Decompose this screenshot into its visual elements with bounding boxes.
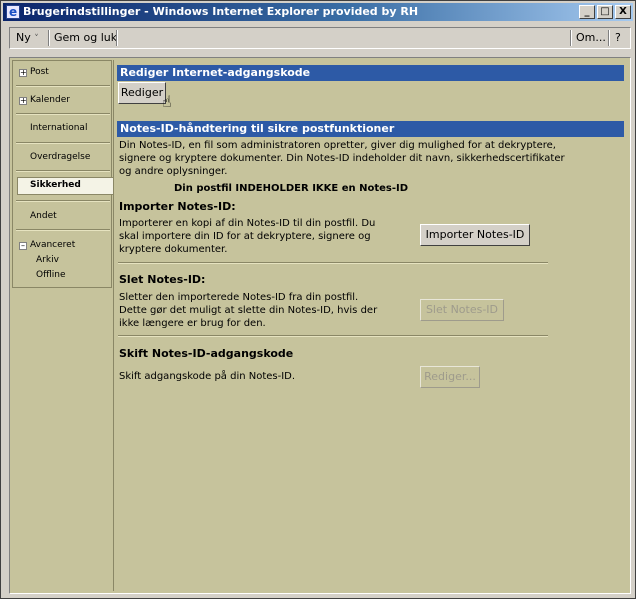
nav-divider (16, 170, 110, 172)
notes-id-status: Din postfil INDEHOLDER IKKE en Notes-ID (174, 183, 409, 194)
nav-item-post[interactable]: + Post (16, 67, 110, 81)
delete-description-line: ikke længere er brug for den. (119, 318, 266, 329)
save-close-button[interactable]: Gem og luk (50, 30, 121, 46)
nav-divider (16, 142, 110, 144)
window-title: Brugerindstillinger - Windows Internet E… (23, 5, 419, 18)
nav-item-label: Sikkerhed (30, 180, 81, 190)
expand-icon[interactable]: + (19, 69, 27, 77)
nav-item-international[interactable]: International (16, 123, 110, 137)
notes-intro-line: og andre oplysninger. (119, 166, 228, 177)
content-area: + Post + Kalender International Overdrag… (9, 57, 631, 594)
section-header-password: Rediger Internet-adgangskode (117, 65, 624, 81)
section-header-notes-id: Notes-ID-håndtering til sikre postfunkti… (117, 121, 624, 137)
nav-item-label: Overdragelse (30, 152, 91, 162)
change-notes-password-button[interactable]: Rediger... (420, 366, 480, 388)
notes-intro-line: signere og kryptere dokumenter. Din Note… (119, 153, 565, 164)
nav-item-andet[interactable]: Andet (16, 211, 110, 225)
nav-subitem-offline[interactable]: Offline (16, 270, 110, 283)
settings-nav: + Post + Kalender International Overdrag… (12, 60, 115, 288)
nav-item-label: Avanceret (30, 240, 76, 250)
close-button[interactable]: X (615, 5, 631, 19)
toolbar-divider (116, 30, 118, 46)
nav-subitem-arkiv[interactable]: Arkiv (16, 255, 110, 268)
delete-title: Slet Notes-ID: (119, 273, 206, 286)
delete-notes-id-button[interactable]: Slet Notes-ID (420, 299, 504, 321)
settings-panel: Rediger Internet-adgangskode Rediger ☝ N… (113, 60, 627, 591)
nav-divider (16, 113, 110, 115)
nav-item-overdragelse[interactable]: Overdragelse (16, 152, 110, 166)
section-divider (118, 335, 548, 337)
ie-icon (6, 3, 20, 21)
about-button[interactable]: Om... (572, 30, 610, 46)
collapse-icon[interactable]: – (19, 242, 27, 250)
browser-window: Brugerindstillinger - Windows Internet E… (0, 0, 636, 599)
nav-item-avanceret[interactable]: – Avanceret (16, 240, 110, 254)
toolbar-divider (608, 30, 610, 46)
help-button[interactable]: ? (611, 30, 625, 46)
import-notes-id-button[interactable]: Importer Notes-ID (420, 224, 530, 246)
minimize-button[interactable]: _ (579, 5, 595, 19)
expand-icon[interactable]: + (19, 97, 27, 105)
new-button-label: Ny (16, 31, 31, 44)
title-bar[interactable]: Brugerindstillinger - Windows Internet E… (3, 3, 633, 21)
nav-subitem-label: Offline (36, 270, 66, 280)
nav-divider (16, 229, 110, 231)
nav-item-label: Post (30, 67, 49, 77)
delete-description-line: Sletter den importerede Notes-ID fra din… (119, 292, 359, 303)
maximize-button[interactable]: □ (597, 5, 613, 19)
nav-subitem-label: Arkiv (36, 255, 59, 265)
delete-description-line: Dette gør det muligt at slette din Notes… (119, 305, 378, 316)
import-description-line: skal importere din ID for at dekryptere,… (119, 231, 371, 242)
chevron-down-icon: ˅ (34, 34, 39, 44)
change-password-title: Skift Notes-ID-adgangskode (119, 347, 294, 360)
nav-divider (16, 200, 110, 202)
edit-password-button[interactable]: Rediger (118, 82, 166, 104)
import-title: Importer Notes-ID: (119, 200, 236, 213)
nav-item-sikkerhed[interactable]: Sikkerhed (17, 177, 115, 195)
hand-pointer-icon: ☝ (162, 92, 172, 111)
nav-divider (16, 85, 110, 87)
change-password-description: Skift adgangskode på din Notes-ID. (119, 371, 296, 382)
import-description-line: kryptere dokumenter. (119, 244, 228, 255)
action-bar: Ny ˅ Gem og luk Om... ? (9, 27, 631, 49)
nav-item-label: Andet (30, 211, 57, 221)
section-divider (118, 262, 548, 264)
nav-item-label: International (30, 123, 88, 133)
import-description-line: Importerer en kopi af din Notes-ID til d… (119, 218, 376, 229)
new-button[interactable]: Ny ˅ (12, 30, 43, 46)
window-controls: _ □ X (579, 5, 631, 19)
notes-intro-line: Din Notes-ID, en fil som administratoren… (119, 140, 556, 151)
nav-item-label: Kalender (30, 95, 70, 105)
nav-item-kalender[interactable]: + Kalender (16, 95, 110, 109)
